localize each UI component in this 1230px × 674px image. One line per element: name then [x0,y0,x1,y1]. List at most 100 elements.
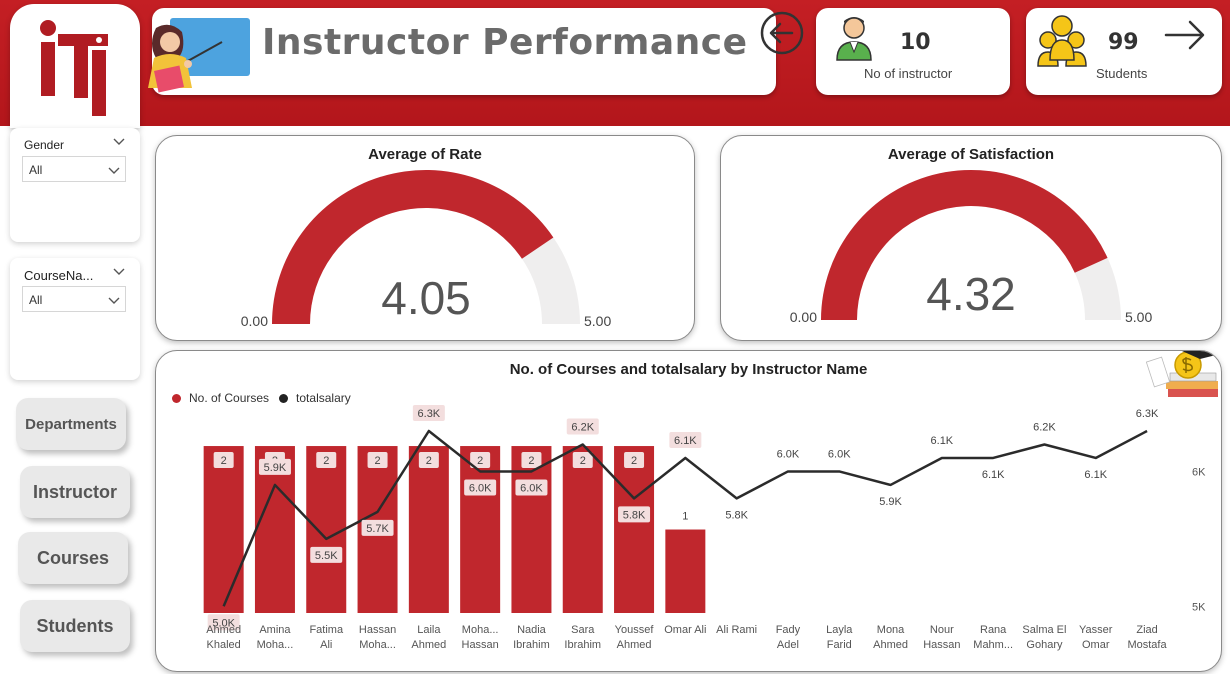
x-tick-label: Hassan [462,639,499,651]
bar-data-label: 2 [426,455,432,467]
chevron-down-icon[interactable] [112,136,126,146]
gauge-title: Average of Rate [368,146,482,163]
gauge-value: 4.32 [926,268,1016,320]
course-name-dropdown[interactable]: All [22,286,126,312]
line-data-label: 6.2K [1033,421,1056,433]
gauge-min-label: 0.00 [241,313,268,329]
x-tick-label: Ali [320,639,332,651]
bar-data-label: 2 [323,455,329,467]
x-tick-label: Laila [417,624,441,636]
chevron-down-icon [108,167,120,174]
students-group-icon [1037,15,1087,67]
kpi-value: 99 [1108,30,1139,55]
gauge-max-label: 5.00 [1125,309,1152,325]
line-data-label: 5.8K [725,509,748,521]
line-data-label: 5.8K [623,509,646,521]
line-data-label: 6.0K [520,482,543,494]
chevron-down-icon [108,297,120,304]
gauge-title: Average of Satisfaction [887,146,1055,163]
line-data-label: 5.5K [315,550,338,562]
line-data-label: 5.7K [366,523,389,535]
bar-courses [203,446,244,613]
bar-data-label: 2 [580,455,586,467]
x-tick-label: Khaled [207,639,241,651]
gauge-value: 4.05 [381,272,471,324]
course-name-slicer: CourseNa... All [10,258,140,380]
line-data-label: 6.0K [828,448,851,460]
x-tick-label: Moha... [462,624,499,636]
line-data-label: 6.1K [931,435,954,447]
x-tick-label: Ibrahim [564,639,601,651]
legend-marker-courses [172,393,181,403]
kpi-label: Students [1096,66,1148,81]
instructor-button[interactable]: Instructor [20,466,130,518]
line-data-label: 6.2K [571,421,594,433]
bar-courses [665,529,706,613]
courses-button[interactable]: Courses [18,532,128,584]
legend-marker-salary [279,393,289,403]
x-tick-label: Adel [777,639,799,651]
kpi-label: No of instructor [864,66,953,81]
y-right-tick-label: 5K [1192,601,1206,613]
x-tick-label: Mona [877,624,905,636]
rate-gauge-card: Average of Rate 4.05 0.00 5.00 [155,135,695,341]
slicer-title: CourseNa... [24,268,94,283]
gauge-min-label: 0.00 [790,309,817,325]
x-tick-label: Ahmed [411,639,446,651]
x-tick-label: Nadia [517,624,547,636]
bar-data-label: 2 [528,455,534,467]
legend-label-courses: No. of Courses [189,391,270,405]
kpi-value: 10 [900,30,931,55]
bar-data-label: 2 [374,455,380,467]
next-arrow-icon[interactable] [1160,12,1208,58]
slicer-title: Gender [24,138,65,152]
gender-dropdown[interactable]: All [22,156,126,182]
x-tick-label: Fady [776,624,801,636]
salary-graduation-icon [1146,351,1221,397]
rate-gauge: 4.05 0.00 5.00 [241,170,611,329]
line-data-label: 5.9K [879,496,902,508]
dropdown-value: All [29,163,43,177]
line-data-label: 6.3K [418,408,441,420]
x-tick-label: Ahmed [873,639,908,651]
x-tick-label: Ahmed [206,624,241,636]
x-tick-label: Salma El [1022,624,1066,636]
chevron-down-icon[interactable] [112,266,126,276]
satisfaction-gauge: 4.32 0.00 5.00 [790,170,1152,325]
x-tick-label: Layla [826,624,853,636]
bar-courses [562,446,603,613]
line-data-label: 6.0K [469,482,492,494]
back-arrow-icon[interactable] [758,10,806,56]
departments-button[interactable]: Departments [16,398,126,450]
line-data-label: 6.1K [674,435,697,447]
instructor-icon [836,17,872,61]
chart-title: No. of Courses and totalsalary by Instru… [509,361,868,378]
courses-salary-chart-card: No. of Courses and totalsalary by Instru… [155,350,1222,672]
students-button[interactable]: Students [20,600,130,652]
x-tick-label: Youssef [615,624,655,636]
x-tick-label: Omar [1082,639,1110,651]
iti-logo [10,4,140,128]
line-data-label: 6.3K [1136,408,1159,420]
gender-slicer: Gender All [10,128,140,242]
x-tick-label: Ziad [1136,624,1157,636]
kpi-instructor-count: 10 No of instructor [816,8,1010,95]
x-tick-label: Hassan [359,624,396,636]
line-data-label: 5.9K [264,462,287,474]
bar-courses [408,446,449,613]
x-tick-label: Farid [827,639,852,651]
y-right-tick-label: 6K [1192,466,1206,478]
x-tick-label: Omar Ali [664,624,706,636]
page-title: Instructor Performance [262,22,748,63]
bar-data-label: 2 [631,455,637,467]
dropdown-value: All [29,293,43,307]
x-tick-label: Moha... [359,639,396,651]
x-tick-label: Ibrahim [513,639,550,651]
x-tick-label: Ali Rami [716,624,757,636]
gauge-max-label: 5.00 [584,313,611,329]
legend-label-salary: totalsalary [296,391,351,405]
x-tick-label: Mahm... [973,639,1013,651]
x-tick-label: Moha... [257,639,294,651]
line-data-label: 6.0K [777,448,800,460]
title-card: Instructor Performance [148,8,776,95]
